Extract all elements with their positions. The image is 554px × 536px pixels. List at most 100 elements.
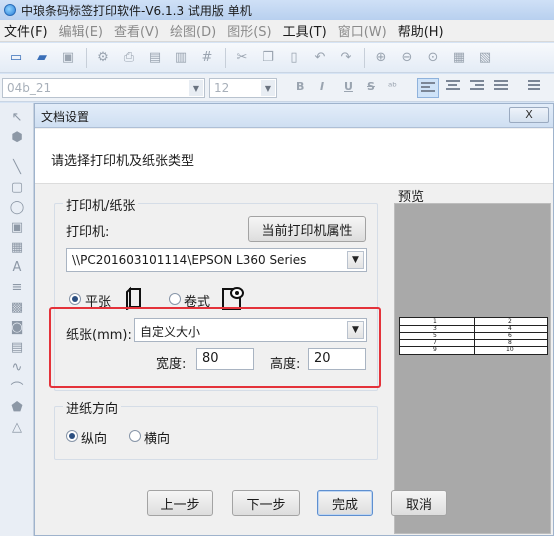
ellipse-icon[interactable]: ◯ [6,197,28,217]
chevron-down-icon[interactable]: ▼ [189,80,203,96]
settings-icon[interactable]: ⚙ [93,48,113,68]
menu-file[interactable]: 文件(F) [4,21,48,40]
menu-help[interactable]: 帮助(H) [398,21,444,40]
landscape-radio[interactable] [129,430,141,442]
toolbar-separator [86,47,87,68]
preview-number: 9 [433,346,437,353]
menu-tools[interactable]: 工具(T) [283,21,327,40]
database-icon[interactable]: ▤ [145,48,165,68]
height-label: 高度: [270,357,301,372]
align-left-icon [421,82,435,94]
font-name-select[interactable]: 04b_21 ▼ [2,78,205,98]
paste-icon[interactable]: ▯ [284,48,304,68]
page-icon[interactable]: ▦ [449,48,469,68]
chevron-down-icon[interactable]: ▼ [347,321,364,339]
char-spacing-icon[interactable]: ᵃᵇ [388,80,397,93]
arc-icon[interactable]: ⌒ [6,377,28,397]
align-right-icon[interactable] [470,80,484,92]
align-center-icon[interactable] [446,80,460,92]
flat-paper-radio[interactable] [69,293,81,305]
menu-bar: 文件(F) 编辑(E) 查看(V) 绘图(D) 图形(S) 工具(T) 窗口(W… [0,20,554,42]
undo-icon[interactable]: ↶ [310,48,330,68]
roll-paper-radio[interactable] [169,293,181,305]
barcode-tool-icon[interactable]: ▦ [6,237,28,257]
previous-step-button[interactable]: 上一步 [147,490,213,516]
toolbar-separator [364,47,365,68]
image-icon[interactable]: ▣ [6,217,28,237]
bold-icon[interactable]: B [296,80,304,93]
copy-icon[interactable]: ❐ [258,48,278,68]
dialog-title: 文档设置 [41,110,90,124]
grid-icon[interactable]: # [197,48,217,68]
font-name-value: 04b_21 [7,81,52,95]
barcode-icon[interactable]: ▥ [171,48,191,68]
window-title: 中琅条码标签打印软件-V6.1.3 试用版 单机 [21,3,252,18]
pointer-icon[interactable]: ↖ [6,107,28,127]
cut-icon[interactable]: ✂ [232,48,252,68]
main-toolbar: ▭ ▰ ▣ ⚙ ⎙ ▤ ▥ # ✂ ❐ ▯ ↶ ↷ ⊕ ⊖ ⊙ ▦ ▧ [0,43,554,73]
preview-number: 10 [506,346,514,353]
app-logo-icon [4,4,16,16]
redo-icon[interactable]: ↷ [336,48,356,68]
zoom-fit-icon[interactable]: ⊙ [423,48,443,68]
next-step-button[interactable]: 下一步 [232,490,300,516]
line-icon[interactable]: ╲ [6,157,28,177]
printer-select-value: \\PC201603101114\EPSON L360 Series [72,253,307,267]
title-bar: 中琅条码标签打印软件-V6.1.3 试用版 单机 [0,0,554,20]
dialog-header: 请选择打印机及纸张类型 [35,129,553,184]
dialog-instruction: 请选择打印机及纸张类型 [51,154,195,169]
portrait-radio[interactable] [66,430,78,442]
format-toolbar: 04b_21 ▼ 12 ▼ B I U S ᵃᵇ [0,74,554,102]
width-input[interactable]: 80 [196,348,254,370]
feed-direction-group-label: 进纸方向 [63,398,122,417]
paper-size-value: 自定义大小 [140,325,201,339]
chevron-down-icon[interactable]: ▼ [261,80,275,96]
close-button[interactable]: X [509,107,549,123]
menu-edit[interactable]: 编辑(E) [59,21,103,40]
paragraph-icon[interactable]: ≡ [6,277,28,297]
font-size-value: 12 [214,81,230,95]
underline-icon[interactable]: U [344,80,353,93]
picture-icon[interactable]: ◙ [6,317,28,337]
menu-draw[interactable]: 绘图(D) [170,21,216,40]
edit-tool-icon[interactable]: ⬢ [6,127,28,147]
paper-size-label: 纸张(mm): [66,328,132,343]
triangle-icon[interactable]: △ [6,417,28,437]
width-label: 宽度: [156,357,187,372]
paper-size-select[interactable]: 自定义大小 ▼ [134,318,367,342]
height-input[interactable]: 20 [308,348,366,370]
label-layout-preview: 1 3 5 7 9 2 4 6 8 10 [399,317,548,355]
printer-properties-button[interactable]: 当前打印机属性 [248,216,366,242]
zoom-out-icon[interactable]: ⊖ [397,48,417,68]
table-icon[interactable]: ▤ [6,337,28,357]
strikethrough-icon[interactable]: S [367,80,375,93]
preview-pane: 1 3 5 7 9 2 4 6 8 10 [394,203,551,534]
text-icon[interactable]: A [6,257,28,277]
menu-window[interactable]: 窗口(W) [338,21,387,40]
cancel-button[interactable]: 取消 [391,490,447,516]
align-justify-icon[interactable] [494,80,508,92]
finish-button[interactable]: 完成 [317,490,373,516]
qrcode-icon[interactable]: ▩ [6,297,28,317]
new-document-icon[interactable]: ▭ [6,48,26,68]
menu-view[interactable]: 查看(V) [114,21,159,40]
chevron-down-icon[interactable]: ▼ [347,251,364,269]
curve-icon[interactable]: ∿ [6,357,28,377]
font-size-select[interactable]: 12 ▼ [209,78,277,98]
printer-paper-group-label: 打印机/纸张 [63,195,139,214]
preview-column-line [474,318,475,354]
zoom-in-icon[interactable]: ⊕ [371,48,391,68]
layout-icon[interactable]: ▧ [475,48,495,68]
line-spacing-icon[interactable] [528,80,542,92]
align-left-button[interactable] [417,78,439,98]
rectangle-icon[interactable]: ▢ [6,177,28,197]
printer-select[interactable]: \\PC201603101114\EPSON L360 Series ▼ [66,248,367,272]
save-icon[interactable]: ▣ [58,48,78,68]
italic-icon[interactable]: I [320,80,324,93]
menu-shape[interactable]: 图形(S) [227,21,271,40]
print-icon[interactable]: ⎙ [119,48,139,68]
open-folder-icon[interactable]: ▰ [32,48,52,68]
toolbar-separator [225,47,226,68]
polygon-icon[interactable]: ⬟ [6,397,28,417]
landscape-label: 横向 [144,432,171,447]
